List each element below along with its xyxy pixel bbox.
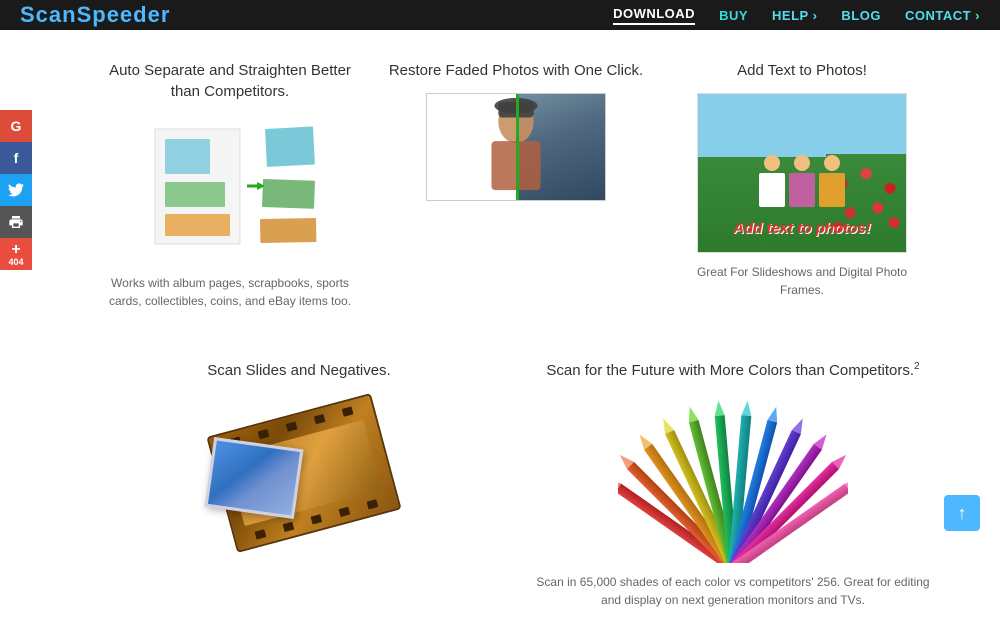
nav-download[interactable]: DOWNLOAD: [613, 6, 695, 25]
feature-auto-separate-image: [130, 114, 330, 264]
feature-restore-faded: Restore Faded Photos with One Click.: [378, 50, 654, 320]
scroll-to-top-button[interactable]: ↑: [944, 495, 980, 531]
nav-help[interactable]: HELP ›: [772, 8, 817, 23]
main-content: Auto Separate and Straighten Better than…: [32, 30, 1000, 639]
facebook-share-button[interactable]: f: [0, 142, 32, 174]
feature-add-text-image: Add text to photos!: [697, 93, 907, 253]
nav-contact[interactable]: CONTACT ›: [905, 8, 980, 23]
navbar: ScanSpeeder DOWNLOAD BUY HELP › BLOG CON…: [0, 0, 1000, 30]
add-text-overlay-label: Add text to photos!: [733, 220, 870, 237]
feature-scan-slides: Scan Slides and Negatives.: [92, 350, 506, 619]
feature-add-text: Add Text to Photos!: [664, 50, 940, 320]
nav-links: DOWNLOAD BUY HELP › BLOG CONTACT ›: [613, 6, 980, 25]
nav-buy[interactable]: BUY: [719, 8, 748, 23]
feature-scan-slides-title: Scan Slides and Negatives.: [102, 360, 496, 381]
top-features-grid: Auto Separate and Straighten Better than…: [92, 50, 940, 320]
feature-add-text-desc: Great For Slideshows and Digital Photo F…: [674, 263, 930, 299]
feature-restore-faded-title: Restore Faded Photos with One Click.: [388, 60, 644, 81]
feature-auto-separate-desc: Works with album pages, scrapbooks, spor…: [102, 274, 358, 310]
google-share-button[interactable]: G: [0, 110, 32, 142]
slide-frame-image: [205, 437, 304, 519]
feature-more-colors: Scan for the Future with More Colors tha…: [526, 350, 940, 619]
social-sidebar: G f + 404: [0, 110, 32, 270]
bottom-features-grid: Scan Slides and Negatives.: [92, 350, 940, 619]
feature-auto-separate: Auto Separate and Straighten Better than…: [92, 50, 368, 320]
site-logo[interactable]: ScanSpeeder: [20, 2, 170, 28]
feature-more-colors-title: Scan for the Future with More Colors tha…: [536, 360, 930, 381]
feature-add-text-title: Add Text to Photos!: [674, 60, 930, 81]
print-button[interactable]: [0, 206, 32, 238]
more-share-button[interactable]: + 404: [0, 238, 32, 270]
twitter-share-button[interactable]: [0, 174, 32, 206]
feature-auto-separate-title: Auto Separate and Straighten Better than…: [102, 60, 358, 102]
feature-scan-slides-image: [199, 393, 399, 563]
feature-more-colors-image: [618, 393, 848, 563]
feature-more-colors-desc: Scan in 65,000 shades of each color vs c…: [536, 573, 930, 609]
nav-blog[interactable]: BLOG: [841, 8, 881, 23]
